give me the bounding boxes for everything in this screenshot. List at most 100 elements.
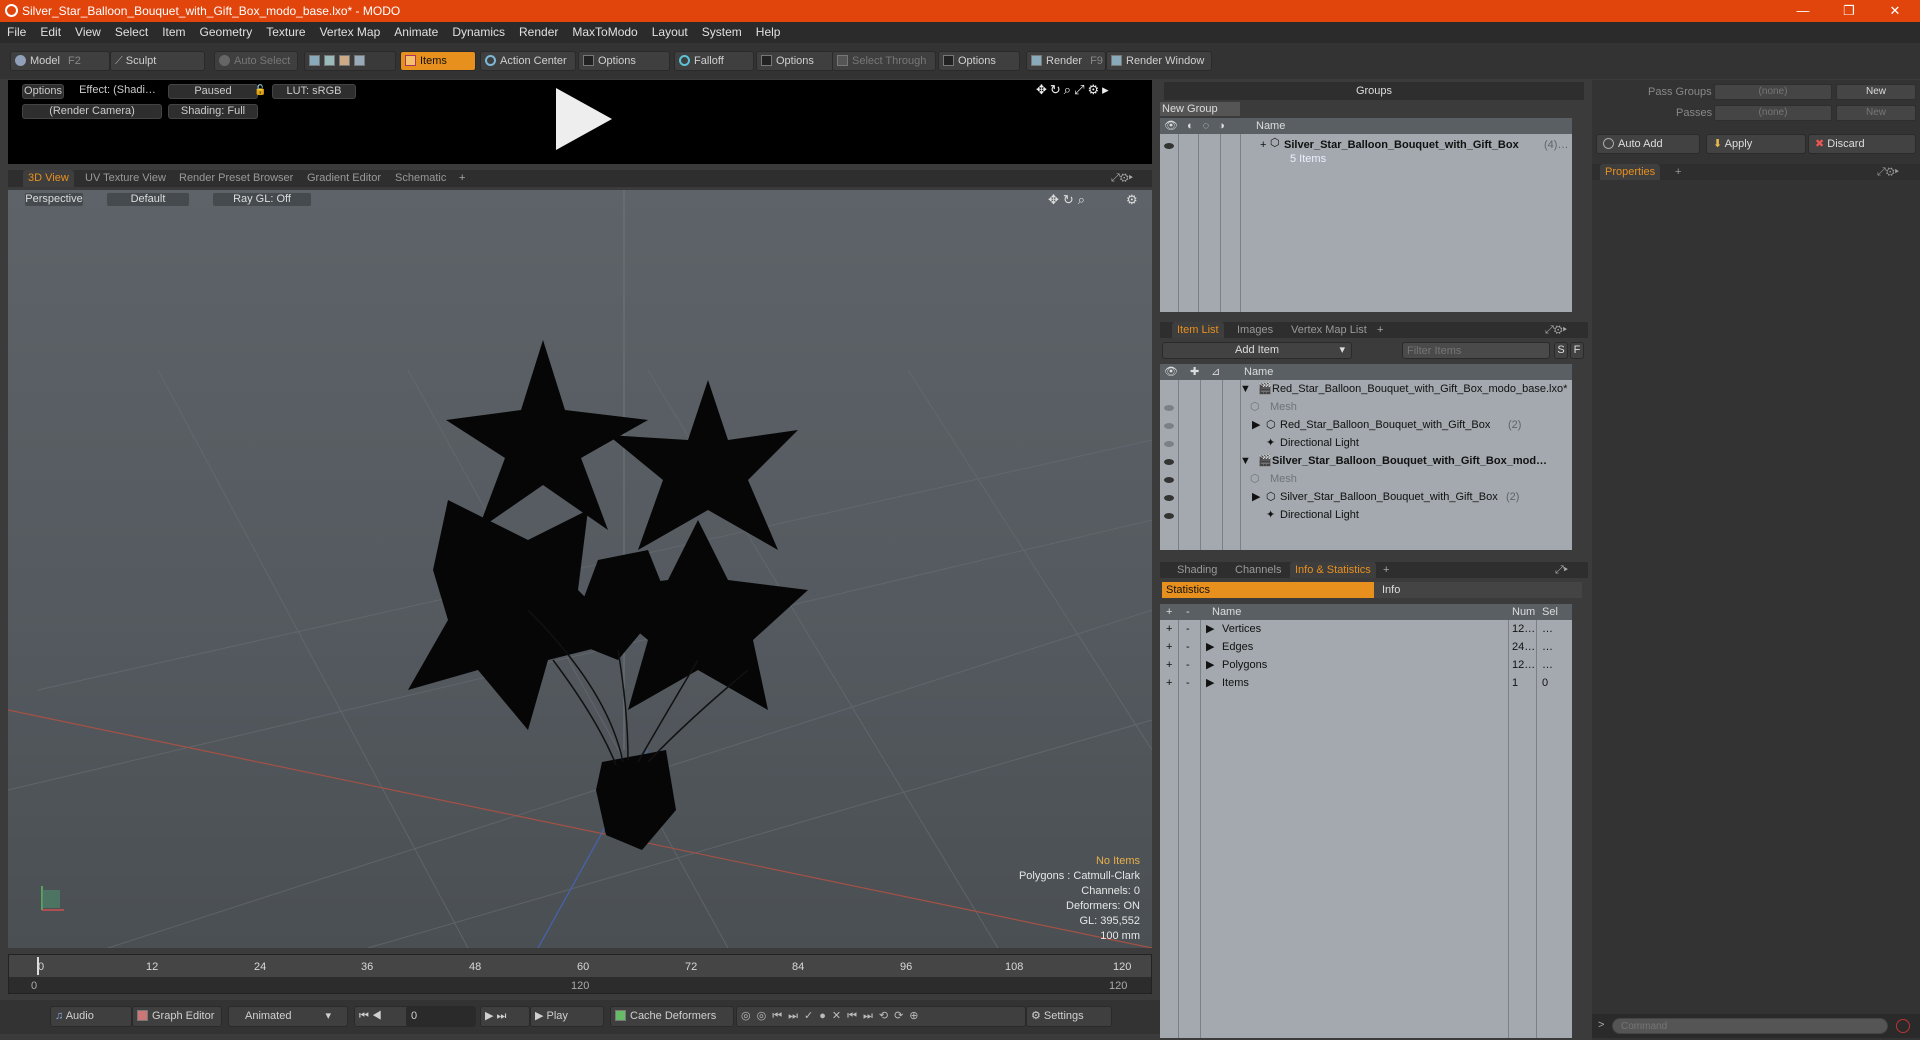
add-info-tab-icon[interactable]: +	[1378, 562, 1394, 578]
close-button[interactable]: ✕	[1872, 0, 1918, 22]
expand-triangle-icon[interactable]: ▶	[1206, 638, 1214, 656]
list-item[interactable]: ✦ Directional Light	[1160, 506, 1572, 524]
menu-item[interactable]: Item	[155, 22, 192, 43]
menu-animate[interactable]: Animate	[387, 22, 445, 43]
tab-3d-view[interactable]: 3D View	[23, 170, 74, 187]
menu-vertex-map[interactable]: Vertex Map	[313, 22, 388, 43]
animated-dropdown[interactable]: Animated ▾	[228, 1006, 348, 1027]
play-button[interactable]: ▶ Play	[530, 1006, 604, 1027]
tab-properties[interactable]: Properties	[1600, 164, 1661, 180]
menu-view[interactable]: View	[68, 22, 108, 43]
menu-geometry[interactable]: Geometry	[193, 22, 260, 43]
add-itemlist-tab-icon[interactable]: +	[1372, 322, 1388, 338]
model-mode-button[interactable]: Model F2	[10, 51, 110, 71]
filter-s-button[interactable]: S	[1554, 342, 1568, 359]
edge-mode-icon[interactable]	[324, 55, 335, 66]
command-input[interactable]	[1612, 1018, 1888, 1034]
menu-dynamics[interactable]: Dynamics	[445, 22, 512, 43]
group-row[interactable]: + ⬡ Silver_Star_Balloon_Bouquet_with_Gif…	[1160, 136, 1572, 154]
add-tab-icon[interactable]: +	[454, 170, 470, 187]
render-window-button[interactable]: Render Window	[1106, 51, 1212, 71]
add-item-dropdown[interactable]: Add Item ▾	[1162, 342, 1352, 359]
viewport-nav-icons[interactable]: ✥↻⌕	[1048, 192, 1089, 208]
keyframe-tool-icons[interactable]: ◎◎⏮⏭✓●✕⏮⏭⟲⟳⊕	[736, 1006, 1026, 1027]
remove-icon[interactable]: -	[1186, 656, 1190, 674]
list-item[interactable]: ⬡ Mesh	[1160, 398, 1572, 416]
render-button[interactable]: Render F9	[1026, 51, 1106, 71]
list-item[interactable]: ▼ 🎬 Silver_Star_Balloon_Bouquet_with_Gif…	[1160, 452, 1572, 470]
current-frame-field[interactable]: 0	[406, 1006, 476, 1027]
apply-button[interactable]: ⬇ Apply	[1706, 134, 1806, 154]
expand-triangle-icon[interactable]: ▶	[1206, 656, 1214, 674]
menu-maxtomodo[interactable]: MaxToModo	[565, 22, 644, 43]
expand-icon[interactable]: +	[1260, 136, 1266, 154]
menu-select[interactable]: Select	[108, 22, 155, 43]
visibility-eye-icon[interactable]	[1164, 423, 1174, 429]
lock-icon[interactable]: 🔓	[254, 85, 266, 96]
filter-f-button[interactable]: F	[1570, 342, 1584, 359]
lut-dropdown[interactable]: LUT: sRGB	[272, 84, 356, 99]
expand-triangle-icon[interactable]: ▶	[1252, 416, 1260, 434]
remove-icon[interactable]: -	[1186, 620, 1190, 638]
tab-channels[interactable]: Channels	[1230, 562, 1286, 578]
action-center-options-button[interactable]: Options	[578, 51, 670, 71]
falloff-options-button[interactable]: Options	[756, 51, 834, 71]
cache-deformers-button[interactable]: Cache Deformers	[610, 1006, 734, 1027]
minimize-button[interactable]: —	[1780, 0, 1826, 22]
add-icon[interactable]: +	[1166, 638, 1172, 656]
list-item[interactable]: ▼ 🎬 Red_Star_Balloon_Bouquet_with_Gift_B…	[1160, 380, 1572, 398]
statistics-row[interactable]: + - ▶ Items 1 0	[1160, 674, 1572, 692]
visibility-eye-icon[interactable]	[1164, 143, 1174, 149]
properties-tab-controls[interactable]: ⤢⚙▸	[1872, 164, 1904, 180]
select-through-button[interactable]: Select Through	[832, 51, 936, 71]
vertex-mode-icon[interactable]	[309, 55, 320, 66]
info-subtab[interactable]: Info	[1374, 582, 1582, 598]
polygon-mode-icon[interactable]	[339, 55, 350, 66]
statistics-row[interactable]: + - ▶ Edges 24……	[1160, 638, 1572, 656]
auto-select-button[interactable]: Auto Select	[214, 51, 298, 71]
list-item[interactable]: ▶ ⬡ Red_Star_Balloon_Bouquet_with_Gift_B…	[1160, 416, 1572, 434]
itemlist-tab-controls[interactable]: ⤢⚙▸	[1540, 322, 1572, 338]
pass-groups-dropdown[interactable]: (none)	[1714, 84, 1832, 100]
visibility-eye-icon[interactable]	[1164, 513, 1174, 519]
passes-dropdown[interactable]: (none)	[1714, 105, 1832, 121]
timeline[interactable]: 0 12 24 36 48 60 72 84 96 108 120 0 120 …	[8, 954, 1152, 994]
visibility-eye-icon[interactable]	[1164, 441, 1174, 447]
remove-icon[interactable]: -	[1186, 674, 1190, 692]
step-back-buttons[interactable]: ⏮◀	[354, 1006, 412, 1027]
3d-viewport[interactable]: Perspective Default Ray GL: Off ✥↻⌕ ⚙ No…	[8, 190, 1152, 948]
record-macro-icon[interactable]	[1896, 1019, 1910, 1033]
action-center-button[interactable]: Action Center	[480, 51, 576, 71]
info-tab-controls[interactable]: ⤢▸	[1550, 562, 1573, 578]
visibility-eye-icon[interactable]	[1164, 477, 1174, 483]
tab-schematic[interactable]: Schematic	[390, 170, 451, 187]
statistics-row[interactable]: + - ▶ Polygons 12……	[1160, 656, 1572, 674]
items-mode-button[interactable]: Items	[400, 51, 476, 71]
statistics-row[interactable]: + - ▶ Vertices 12……	[1160, 620, 1572, 638]
visibility-eye-icon[interactable]	[1164, 459, 1174, 465]
step-forward-buttons[interactable]: ▶⏭	[480, 1006, 530, 1027]
collapse-triangle-icon[interactable]: ▼	[1240, 380, 1251, 398]
shading-dropdown[interactable]: Shading: Full	[168, 104, 258, 119]
add-icon[interactable]: +	[1166, 620, 1172, 638]
new-group-button[interactable]: New Group	[1160, 102, 1240, 116]
menu-help[interactable]: Help	[749, 22, 788, 43]
expand-triangle-icon[interactable]: ▶	[1252, 488, 1260, 506]
graph-editor-button[interactable]: Graph Editor	[132, 1006, 222, 1027]
remove-icon[interactable]: -	[1186, 638, 1190, 656]
menu-file[interactable]: File	[0, 22, 33, 43]
tab-vertex-map-list[interactable]: Vertex Map List	[1286, 322, 1372, 338]
menu-layout[interactable]: Layout	[645, 22, 695, 43]
sculpt-mode-button[interactable]: ⟋ Sculpt	[110, 51, 205, 71]
tab-gradient-editor[interactable]: Gradient Editor	[302, 170, 386, 187]
tab-render-preset-browser[interactable]: Render Preset Browser	[174, 170, 298, 187]
tab-item-list[interactable]: Item List	[1172, 322, 1224, 338]
settings-button[interactable]: ⚙ Settings	[1026, 1006, 1112, 1027]
new-pass-group-button[interactable]: New	[1836, 84, 1916, 100]
new-pass-button[interactable]: New	[1836, 105, 1916, 121]
material-mode-icon[interactable]	[354, 55, 365, 66]
timeline-ruler[interactable]: 0 12 24 36 48 60 72 84 96 108 120	[9, 955, 1151, 977]
collapse-triangle-icon[interactable]: ▼	[1240, 452, 1251, 470]
add-icon[interactable]: +	[1166, 674, 1172, 692]
preview-options-button[interactable]: Options	[22, 84, 64, 99]
